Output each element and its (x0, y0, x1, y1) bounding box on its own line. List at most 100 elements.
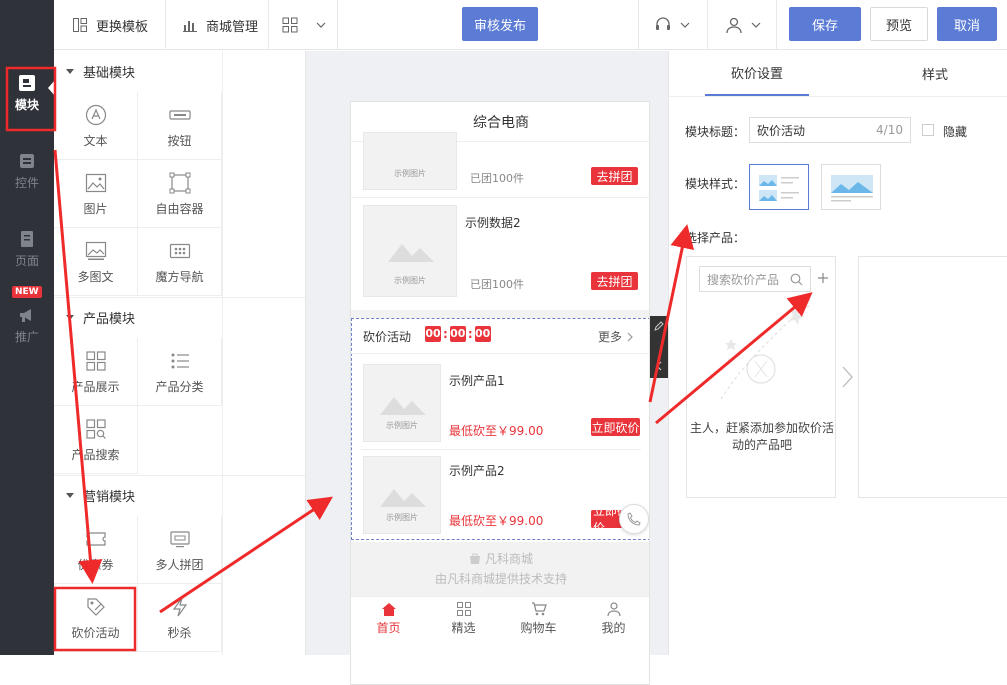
product-image[interactable]: 示例图片 (363, 456, 441, 534)
tab-style[interactable]: 样式 (883, 51, 987, 96)
section-title: 营销模块 (83, 490, 136, 505)
user-icon (606, 602, 621, 617)
product-image[interactable]: 示例图片 (363, 132, 457, 190)
product-picker: 搜索砍价产品 主人，赶紧添加参加砍价活动的产品吧 (686, 256, 836, 498)
cart-icon (531, 602, 547, 616)
module-button[interactable]: 按钮 (138, 92, 222, 160)
product-name: 示例产品1 (449, 374, 505, 388)
module-label: 自由容器 (155, 202, 204, 216)
hide-label: 隐藏 (943, 125, 968, 139)
countdown-minutes: 00 (449, 326, 466, 342)
module-label: 砍价活动 (71, 626, 120, 640)
phone-icon (627, 512, 641, 526)
tab-featured[interactable]: 精选 (426, 597, 501, 638)
bargain-title: 砍价活动 (363, 330, 412, 344)
search-icon (790, 273, 803, 285)
product-name: 示例数据2 (465, 216, 521, 230)
support-button[interactable] (654, 0, 690, 50)
tab-bargain-settings[interactable]: 砍价设置 (705, 51, 809, 96)
module-bargain[interactable]: 砍价活动 (54, 584, 138, 652)
nav-label: 页面 (14, 254, 39, 268)
add-icon[interactable] (817, 272, 829, 284)
dots-grid-icon (169, 243, 190, 259)
product-price: 最低砍至￥99.00 (449, 424, 544, 438)
module-flash-sale[interactable]: 秒杀 (138, 584, 222, 652)
gallery-icon (85, 241, 106, 260)
module-image[interactable]: 图片 (54, 160, 138, 228)
change-template-button[interactable]: 更换模板 (72, 0, 148, 50)
chevron-left-icon[interactable] (653, 360, 665, 372)
nav-label: 模块 (14, 98, 39, 112)
join-group-button[interactable]: 去拼团 (591, 167, 638, 185)
preview-button[interactable]: 预览 (870, 7, 928, 41)
more-label: 更多 (598, 330, 623, 344)
module-product-display[interactable]: 产品展示 (54, 338, 138, 406)
page-icon (21, 231, 33, 247)
selected-products-box (858, 256, 1007, 498)
style-option-large[interactable] (821, 164, 881, 210)
module-group-buy[interactable]: 多人拼团 (138, 516, 222, 584)
module-free-container[interactable]: 自由容器 (138, 160, 222, 228)
module-multi-image-text[interactable]: 多图文 (54, 228, 138, 296)
module-product-category[interactable]: 产品分类 (138, 338, 222, 406)
divider (638, 0, 639, 50)
list-icon (171, 353, 189, 369)
left-nav: 模块 控件 页面 NEW 推广 (0, 0, 55, 655)
more-link[interactable]: 更多 (598, 328, 634, 345)
bargain-now-button[interactable]: 立即砍价 (591, 418, 640, 436)
module-coupon[interactable]: 优惠券 (54, 516, 138, 584)
publish-button[interactable]: 审核发布 (462, 7, 538, 41)
char-count: 4/10 (876, 123, 903, 137)
tab-cart[interactable]: 购物车 (501, 597, 576, 638)
grid-icon (282, 17, 298, 33)
tab-home[interactable]: 首页 (351, 597, 426, 638)
module-label: 按钮 (167, 134, 192, 148)
style-option-list[interactable] (749, 164, 809, 210)
divider (165, 0, 166, 50)
module-icon (19, 75, 35, 91)
module-label: 魔方导航 (155, 270, 204, 284)
save-button[interactable]: 保存 (789, 7, 861, 41)
image-icon (85, 173, 106, 193)
bar-chart-icon (183, 21, 197, 32)
divider (351, 197, 649, 198)
product-image[interactable]: 示例图片 (363, 364, 441, 442)
headset-icon (656, 17, 670, 30)
nav-item-promote[interactable]: 推广 (0, 306, 54, 345)
section-marketing[interactable]: 营销模块 (54, 475, 305, 515)
tab-label: 我的 (601, 621, 626, 635)
search-placeholder: 搜索砍价产品 (707, 272, 780, 287)
layout-menu-button[interactable] (282, 0, 326, 50)
module-label: 产品搜索 (71, 448, 120, 462)
product-search-input[interactable]: 搜索砍价产品 (699, 266, 811, 292)
divider (351, 310, 649, 318)
join-group-button[interactable]: 去拼团 (591, 272, 638, 290)
section-product[interactable]: 产品模块 (54, 297, 305, 337)
section-basic[interactable]: 基础模块 (54, 51, 305, 91)
user-menu-button[interactable] (725, 0, 761, 50)
module-product-search[interactable]: 产品搜索 (54, 406, 138, 474)
chevron-down-icon (316, 22, 326, 28)
divider (222, 51, 223, 655)
chevron-right-icon[interactable] (841, 366, 853, 388)
module-title-input[interactable]: 砍价活动 4/10 (749, 117, 911, 143)
module-label: 文本 (83, 134, 108, 148)
module-rubik-nav[interactable]: 魔方导航 (138, 228, 222, 296)
top-toolbar: 更换模板 商城管理 审核发布 保存 预览 取消 (54, 0, 1007, 50)
nav-item-page[interactable]: 页面 (0, 230, 54, 269)
megaphone-icon (20, 309, 31, 322)
tab-profile[interactable]: 我的 (576, 597, 649, 638)
countdown: 00: 00: 00 (425, 326, 491, 342)
product-image[interactable]: 示例图片 (363, 205, 457, 297)
nav-item-widget[interactable]: 控件 (0, 152, 54, 191)
hide-checkbox[interactable] (922, 124, 934, 136)
edit-icon[interactable] (653, 320, 665, 332)
store-manage-button[interactable]: 商城管理 (182, 0, 258, 50)
module-label: 多人拼团 (155, 558, 204, 572)
cancel-button[interactable]: 取消 (937, 7, 997, 41)
call-button[interactable] (619, 504, 649, 534)
nav-item-module[interactable]: 模块 (0, 74, 54, 113)
tab-label: 购物车 (520, 621, 557, 635)
divider (776, 0, 777, 50)
module-text[interactable]: 文本 (54, 92, 138, 160)
